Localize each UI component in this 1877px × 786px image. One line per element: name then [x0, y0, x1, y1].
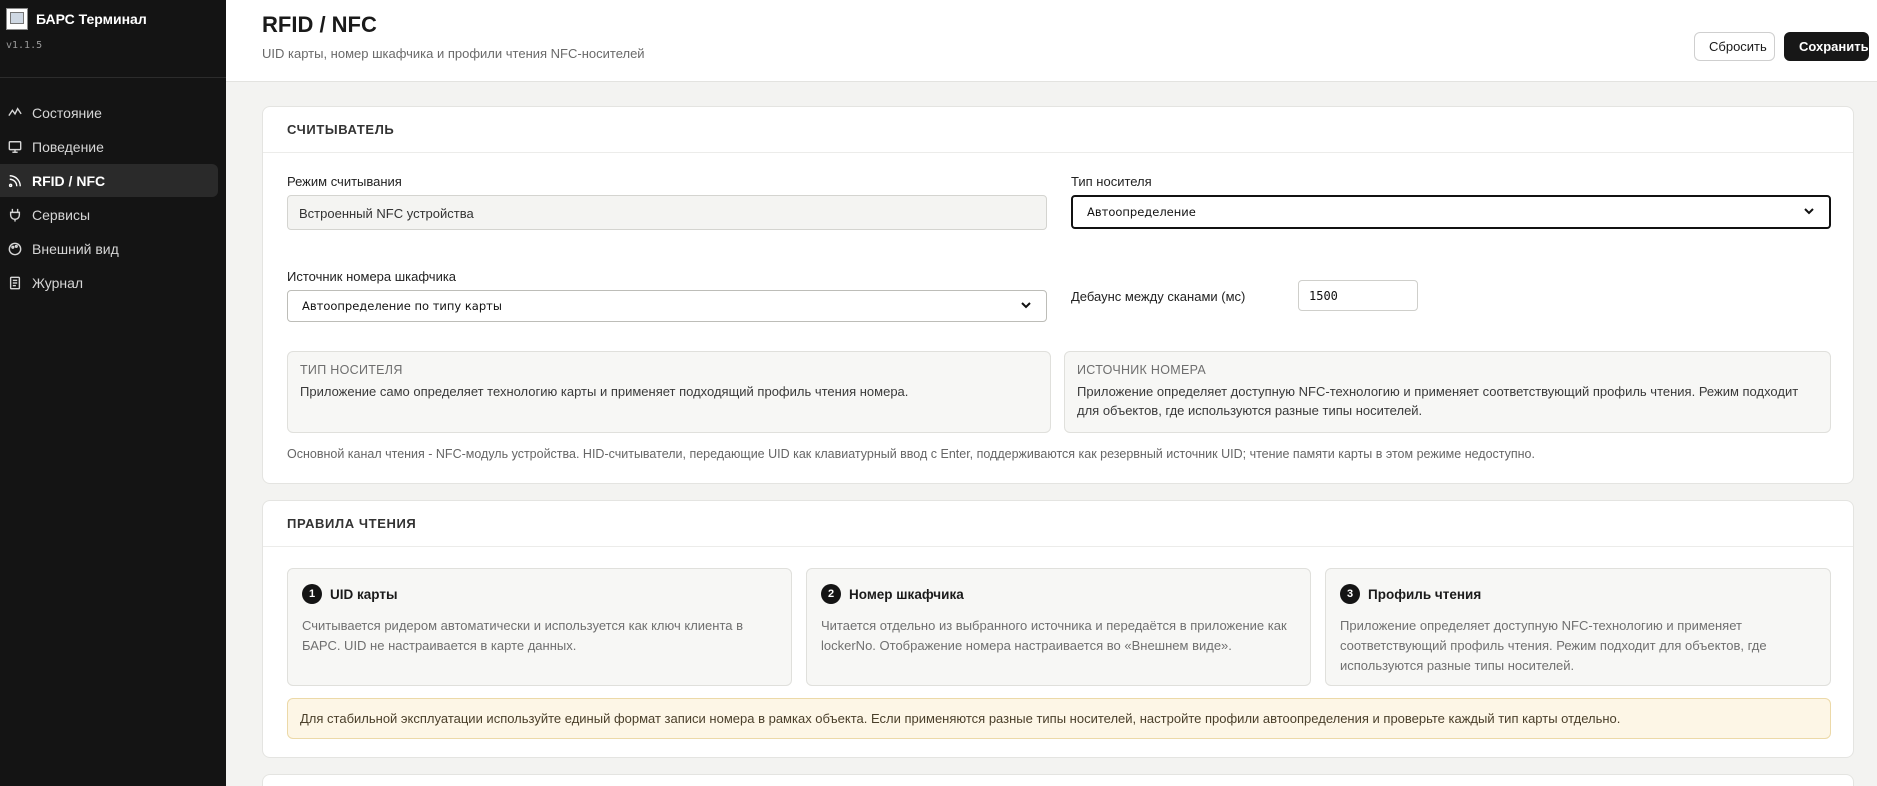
- step-title: Номер шкафчика: [849, 586, 964, 602]
- sidebar-item-label: Поведение: [32, 138, 104, 155]
- media-type-value: Автоопределение: [1087, 205, 1196, 219]
- file-text-icon: [8, 276, 22, 290]
- locker-source-value: Автоопределение по типу карты: [302, 299, 502, 313]
- step-number: 1: [302, 584, 322, 604]
- debounce-label: Дебаунс между сканами (мс): [1071, 289, 1246, 304]
- media-type-label: Тип носителя: [1071, 174, 1152, 189]
- rules-heading: ПРАВИЛА ЧТЕНИЯ: [263, 501, 1853, 547]
- number-source-info: ИСТОЧНИК НОМЕРА Приложение определяет до…: [1064, 351, 1831, 433]
- palette-icon: [8, 242, 22, 256]
- app-version: v1.1.5: [6, 40, 43, 51]
- step-text: Считывается ридером автоматически и испо…: [302, 618, 744, 653]
- monitor-icon: [8, 140, 22, 154]
- mode-field: Встроенный NFC устройства: [287, 195, 1047, 230]
- step-number: 2: [821, 584, 841, 604]
- rules-card: ПРАВИЛА ЧТЕНИЯ 1 UID карты Считывается р…: [262, 500, 1854, 758]
- reader-footnote: Основной канал чтения - NFC-модуль устро…: [287, 447, 1535, 461]
- rss-icon: [8, 174, 22, 188]
- step-number: 3: [1340, 584, 1360, 604]
- sidebar-item-services[interactable]: Сервисы: [0, 198, 218, 231]
- brand: БАРС Терминал v1.1.5: [0, 0, 226, 78]
- media-type-select[interactable]: Автоопределение: [1071, 195, 1831, 229]
- sidebar-item-label: Сервисы: [32, 206, 91, 223]
- sidebar-item-appearance[interactable]: Внешний вид: [0, 232, 218, 265]
- sidebar: БАРС Терминал v1.1.5 Состояние Поведение…: [0, 0, 226, 786]
- save-button[interactable]: Сохранить: [1784, 32, 1869, 61]
- media-type-info: ТИП НОСИТЕЛЯ Приложение само определяет …: [287, 351, 1051, 433]
- debounce-input[interactable]: 1500: [1298, 280, 1418, 311]
- chevron-down-icon: [1020, 299, 1032, 314]
- locker-source-select[interactable]: Автоопределение по типу карты: [287, 290, 1047, 322]
- reader-heading: СЧИТЫВАТЕЛЬ: [263, 107, 1853, 153]
- info-title: ИСТОЧНИК НОМЕРА: [1077, 363, 1207, 377]
- sidebar-item-rfid-nfc[interactable]: RFID / NFC: [0, 164, 218, 197]
- plug-icon: [8, 208, 22, 222]
- step-text: Приложение определяет доступную NFC-техн…: [1340, 618, 1767, 673]
- rule-step: 3 Профиль чтения Приложение определяет д…: [1325, 568, 1831, 686]
- sidebar-item-log[interactable]: Журнал: [0, 266, 218, 299]
- sidebar-item-label: RFID / NFC: [32, 172, 106, 189]
- locker-source-label: Источник номера шкафчика: [287, 269, 457, 284]
- step-title: UID карты: [330, 586, 398, 602]
- mode-label: Режим считывания: [287, 174, 402, 189]
- page-title: RFID / NFC: [262, 12, 377, 37]
- page-subtitle: UID карты, номер шкафчика и профили чтен…: [262, 46, 645, 61]
- sidebar-nav: Состояние Поведение RFID / NFC Сервисы В…: [0, 78, 226, 299]
- step-title: Профиль чтения: [1368, 586, 1482, 602]
- step-text: Читается отдельно из выбранного источник…: [821, 618, 1287, 653]
- sidebar-item-status[interactable]: Состояние: [0, 96, 218, 129]
- page-header: RFID / NFC UID карты, номер шкафчика и п…: [226, 0, 1877, 82]
- reader-card: СЧИТЫВАТЕЛЬ Режим считывания Встроенный …: [262, 106, 1854, 484]
- logo-image: [6, 8, 28, 30]
- info-text: Приложение само определяет технологию ка…: [300, 384, 909, 399]
- sidebar-item-label: Внешний вид: [32, 240, 119, 257]
- warning-note: Для стабильной эксплуатации используйте …: [287, 698, 1831, 739]
- rule-step: 2 Номер шкафчика Читается отдельно из вы…: [806, 568, 1311, 686]
- sidebar-item-label: Журнал: [32, 274, 84, 291]
- reset-button[interactable]: Сбросить: [1694, 32, 1775, 61]
- info-title: ТИП НОСИТЕЛЯ: [300, 363, 403, 377]
- next-card: [262, 774, 1854, 786]
- chevron-down-icon: [1803, 205, 1815, 220]
- sidebar-item-behavior[interactable]: Поведение: [0, 130, 218, 163]
- sidebar-item-label: Состояние: [32, 104, 102, 121]
- info-text: Приложение определяет доступную NFC-техн…: [1077, 384, 1799, 418]
- app-title: БАРС Терминал: [36, 11, 147, 27]
- activity-icon: [8, 106, 22, 120]
- rule-step: 1 UID карты Считывается ридером автомати…: [287, 568, 792, 686]
